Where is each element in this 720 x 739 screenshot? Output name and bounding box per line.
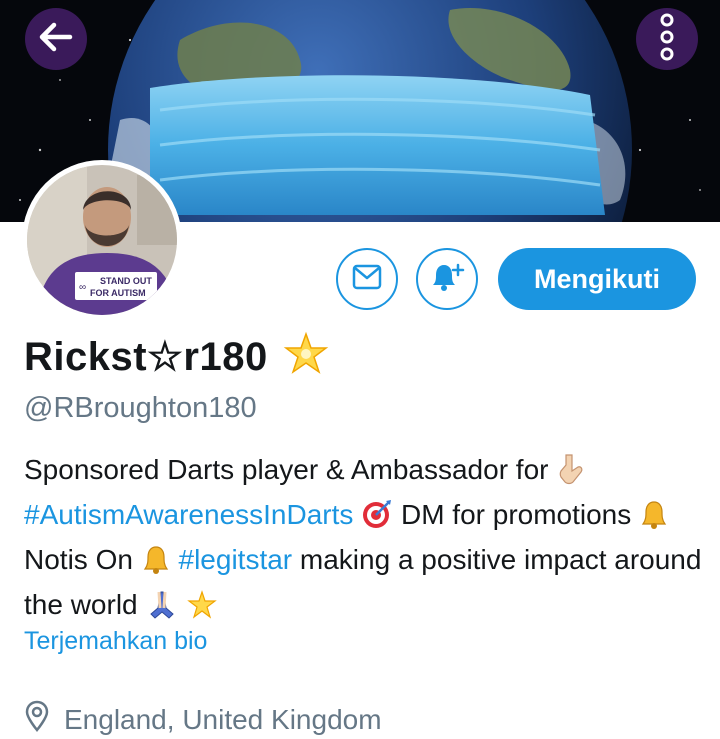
- following-button[interactable]: Mengikuti: [498, 248, 696, 310]
- back-button[interactable]: [25, 8, 87, 70]
- bell-plus-icon: [429, 261, 465, 298]
- map-pin-icon: [24, 700, 50, 739]
- bell-icon: [141, 543, 171, 585]
- translate-bio-link[interactable]: Terjemahkan bio: [24, 627, 207, 656]
- notifications-button[interactable]: [416, 248, 478, 310]
- following-label: Mengikuti: [534, 263, 660, 294]
- bio-text: Notis On: [24, 544, 133, 575]
- message-button[interactable]: [336, 248, 398, 310]
- avatar[interactable]: STAND OUT FOR AUTISM ∞: [22, 160, 182, 320]
- display-name: Rickst☆r180: [24, 334, 268, 379]
- more-options-button[interactable]: [636, 8, 698, 70]
- profile-bio: Sponsored Darts player & Ambassador for …: [24, 450, 704, 630]
- name-row: Rickst☆r180: [24, 330, 330, 383]
- pointing-down-icon: [556, 453, 586, 495]
- hashtag-link[interactable]: #AutismAwarenessInDarts: [24, 499, 353, 530]
- avatar-shirt-text-2: FOR AUTISM: [90, 288, 146, 298]
- glowing-star-icon: [282, 330, 330, 383]
- bell-icon: [639, 498, 669, 540]
- avatar-shirt-text-1: STAND OUT: [100, 276, 152, 286]
- folded-hands-icon: [145, 588, 179, 630]
- bio-text: Sponsored Darts player & Ambassador for: [24, 454, 557, 485]
- location-row: England, United Kingdom: [24, 700, 382, 739]
- envelope-icon: [352, 264, 382, 295]
- bio-text: DM for promotions: [400, 499, 632, 530]
- arrow-left-icon: [36, 17, 76, 62]
- svg-text:∞: ∞: [79, 282, 86, 293]
- location-text: England, United Kingdom: [64, 703, 382, 735]
- direct-hit-icon: [361, 498, 393, 540]
- hashtag-link[interactable]: #legitstar: [179, 544, 293, 575]
- username-handle: @RBroughton180: [24, 392, 257, 424]
- glowing-star-icon: [187, 590, 217, 630]
- more-vertical-icon: [657, 12, 677, 67]
